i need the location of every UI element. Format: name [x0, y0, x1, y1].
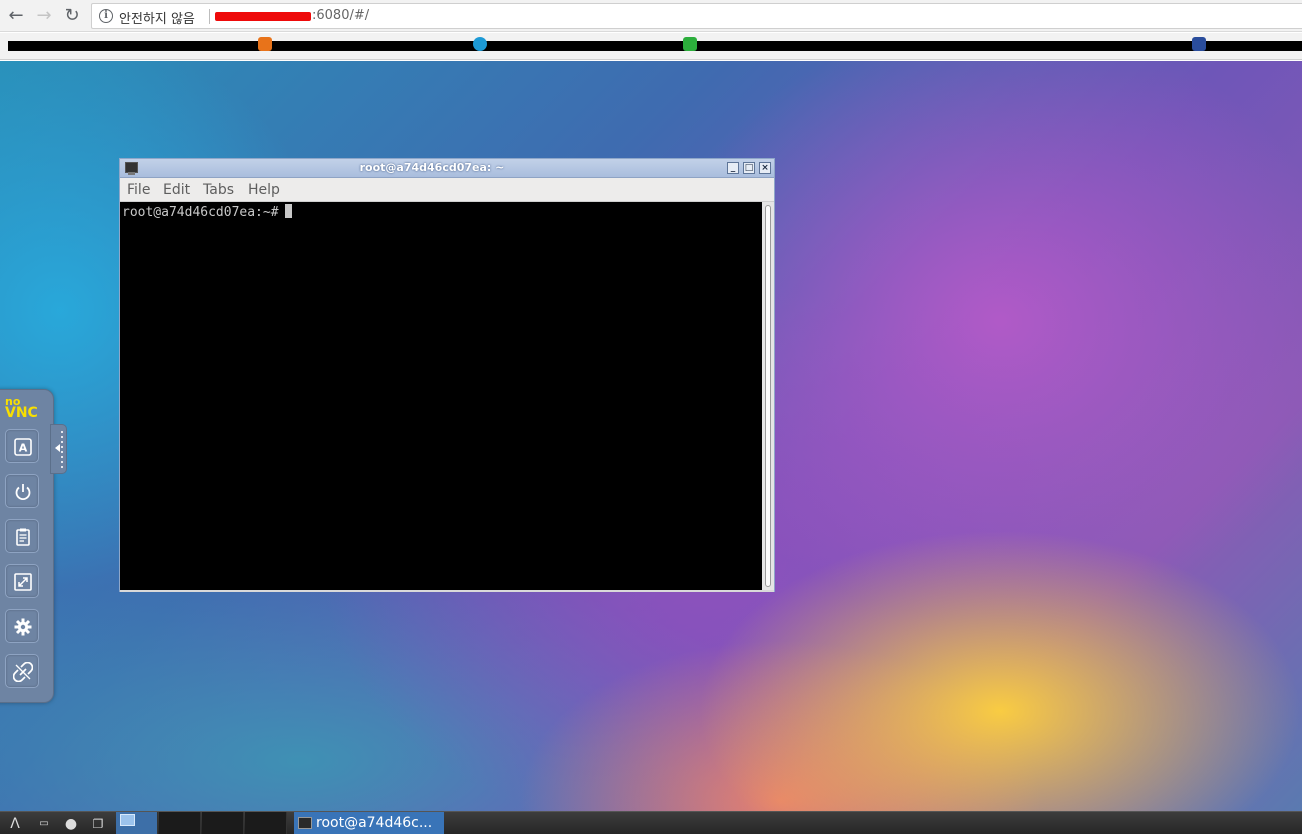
info-icon[interactable]: i	[99, 9, 113, 23]
remote-desktop[interactable]: root@a74d46cd07ea: ~ _ □ × File Edit Tab…	[0, 61, 1302, 811]
terminal-menubar: File Edit Tabs Help	[120, 178, 774, 202]
browser-toolbar: ← → ↻ i 안전하지 않음 :6080/#/	[0, 0, 1302, 32]
collapse-arrow-icon	[55, 444, 60, 452]
disconnect-button[interactable]	[5, 654, 39, 688]
taskbar: Λ ▭ ● ❐ root@a74d46c...	[0, 811, 1302, 834]
svg-text:A: A	[19, 442, 28, 455]
taskbar-task-terminal[interactable]: root@a74d46c...	[294, 812, 444, 834]
terminal-prompt-line: root@a74d46cd07ea:~#	[122, 204, 292, 220]
scrollbar-thumb[interactable]	[765, 205, 771, 587]
keyboard-icon: A	[14, 438, 32, 456]
clipboard-button[interactable]	[5, 519, 39, 553]
bookmark-favicon[interactable]	[1192, 37, 1206, 51]
taskbar-task-label: root@a74d46c...	[316, 815, 433, 831]
maximize-icon[interactable]: □	[743, 162, 755, 174]
url-separator	[209, 9, 210, 24]
address-bar[interactable]: i 안전하지 않음 :6080/#/	[91, 3, 1302, 29]
grip-icon	[61, 431, 63, 469]
workspace-2[interactable]	[159, 812, 201, 834]
fullscreen-button[interactable]	[5, 564, 39, 598]
terminal-title: root@a74d46cd07ea: ~	[359, 161, 505, 174]
workspace-3[interactable]	[202, 812, 244, 834]
fullscreen-icon	[14, 573, 32, 591]
menu-file[interactable]: File	[127, 182, 150, 198]
settings-button[interactable]	[5, 609, 39, 643]
terminal-launcher-icon[interactable]: ▭	[34, 814, 54, 834]
workspace-1[interactable]	[116, 812, 158, 834]
terminal-cursor	[284, 204, 292, 218]
close-icon[interactable]: ×	[759, 162, 771, 174]
novnc-logo: no VNC	[5, 396, 38, 421]
reload-icon[interactable]: ↻	[60, 4, 84, 28]
terminal-task-icon	[298, 817, 312, 829]
bookmark-favicon[interactable]	[683, 37, 697, 51]
power-button[interactable]	[5, 474, 39, 508]
bookmark-favicon[interactable]	[258, 37, 272, 51]
bookmarks-bar	[0, 33, 1302, 60]
bookmark-favicon[interactable]	[473, 37, 487, 51]
security-label: 안전하지 않음	[119, 12, 195, 27]
power-icon	[15, 484, 31, 501]
menu-edit[interactable]: Edit	[163, 182, 190, 198]
disconnect-icon	[13, 662, 33, 682]
menu-tabs[interactable]: Tabs	[203, 182, 234, 198]
terminal-window[interactable]: root@a74d46cd07ea: ~ _ □ × File Edit Tab…	[119, 158, 775, 592]
back-icon[interactable]: ←	[4, 4, 28, 28]
minimize-icon[interactable]: _	[727, 162, 739, 174]
terminal-scrollbar[interactable]	[762, 202, 774, 590]
menu-help[interactable]: Help	[248, 182, 280, 198]
web-browser-icon[interactable]: ●	[61, 814, 81, 834]
terminal-prompt: root@a74d46cd07ea:~#	[122, 205, 279, 220]
url-text: :6080/#/	[312, 8, 370, 23]
terminal-titlebar[interactable]: root@a74d46cd07ea: ~ _ □ ×	[120, 159, 774, 178]
keyboard-button[interactable]: A	[5, 429, 39, 463]
show-desktop-icon[interactable]: ❐	[88, 814, 108, 834]
start-menu-icon[interactable]: Λ	[5, 814, 25, 834]
url-redaction	[215, 12, 311, 21]
terminal-bottom-edge	[120, 590, 774, 592]
novnc-control-bar: no VNC A	[0, 389, 54, 703]
forward-icon[interactable]: →	[32, 4, 56, 28]
terminal-body[interactable]: root@a74d46cd07ea:~#	[120, 202, 762, 590]
clipboard-icon	[16, 528, 30, 546]
settings-icon	[14, 618, 32, 636]
novnc-logo-vnc: VNC	[5, 405, 38, 421]
workspace-4[interactable]	[245, 812, 287, 834]
bookmarks-redaction	[8, 41, 1302, 51]
novnc-control-bar-handle[interactable]	[50, 424, 67, 474]
